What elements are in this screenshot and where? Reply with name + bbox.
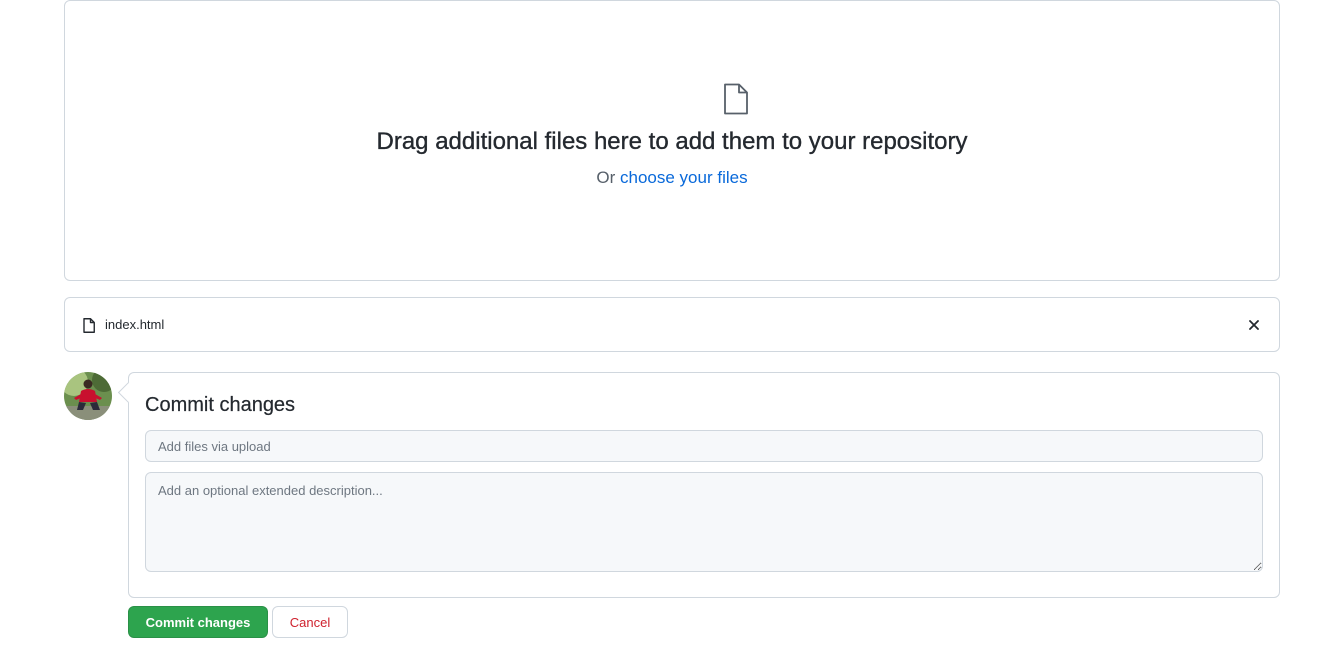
avatar-image xyxy=(64,372,112,420)
choose-files-link[interactable]: choose your files xyxy=(620,168,748,187)
file-list-item: index.html xyxy=(64,297,1280,352)
drop-zone-subtitle: Or choose your files xyxy=(65,168,1279,188)
drop-zone-title: Drag additional files here to add them t… xyxy=(376,128,968,155)
commit-changes-button[interactable]: Commit changes xyxy=(128,606,268,638)
user-avatar[interactable] xyxy=(64,372,112,420)
commit-title: Commit changes xyxy=(145,394,296,416)
commit-form: Commit changes xyxy=(128,372,1280,598)
commit-summary-input[interactable] xyxy=(145,430,1263,462)
x-icon xyxy=(1249,320,1259,330)
commit-description-input[interactable] xyxy=(145,472,1263,572)
file-icon xyxy=(83,318,95,333)
drop-zone-prefix: Or xyxy=(596,168,616,187)
file-name: index.html xyxy=(105,317,165,332)
file-icon xyxy=(724,83,748,115)
file-drop-zone[interactable]: Drag additional files here to add them t… xyxy=(64,0,1280,281)
cancel-button[interactable]: Cancel xyxy=(272,606,348,638)
remove-file-button[interactable] xyxy=(1245,316,1263,334)
